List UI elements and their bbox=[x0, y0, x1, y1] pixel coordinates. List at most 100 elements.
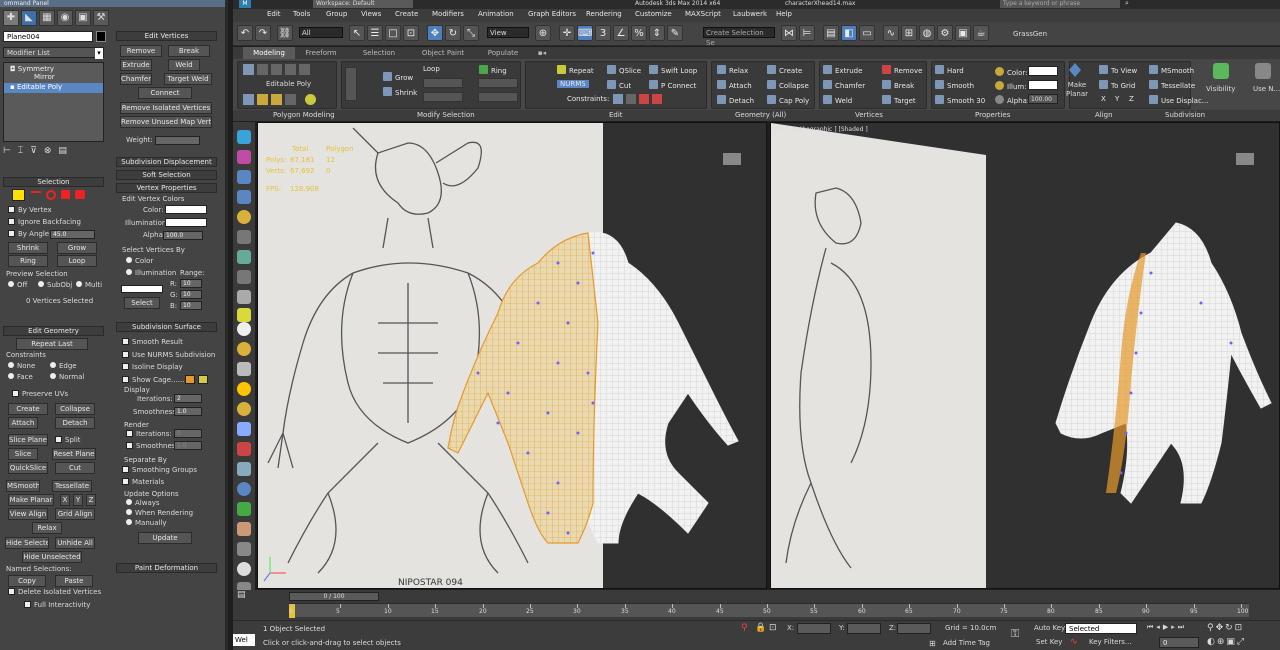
reset-plane-button[interactable]: Reset Plane bbox=[52, 448, 96, 460]
show-end-result-icon[interactable] bbox=[243, 94, 254, 105]
undo-icon[interactable]: ↶ bbox=[237, 25, 253, 41]
menu-customize[interactable]: Customize bbox=[635, 10, 672, 18]
collapse-button[interactable]: Collapse bbox=[55, 403, 95, 415]
menu-animation[interactable]: Animation bbox=[478, 10, 514, 18]
sun-icon[interactable] bbox=[237, 382, 251, 396]
loop-shift-spinner[interactable] bbox=[423, 78, 463, 88]
break-button[interactable]: Break bbox=[168, 45, 210, 57]
disc-icon[interactable] bbox=[237, 562, 251, 576]
grid-align-button[interactable]: Grid Align bbox=[55, 508, 95, 520]
create-button[interactable]: Create bbox=[767, 65, 802, 75]
align-z-button[interactable]: Z bbox=[1129, 95, 1134, 103]
loop-button[interactable]: Loop bbox=[57, 255, 97, 267]
link-icon[interactable]: ⛓ bbox=[277, 25, 293, 41]
constraint-edge-icon[interactable] bbox=[626, 94, 636, 104]
weight-spinner[interactable] bbox=[155, 136, 200, 145]
to-view-button[interactable]: To View bbox=[1099, 65, 1137, 75]
viewport-2-label[interactable]: [ + ] [Orthographic ] [Shaded ] bbox=[775, 126, 868, 133]
p-connect-button[interactable]: P Connect bbox=[649, 80, 696, 90]
hide-unselected-button[interactable]: Hide Unselected bbox=[22, 551, 82, 563]
remove-unused-map-verts-button[interactable]: Remove Unused Map Verts bbox=[120, 116, 212, 128]
soft-selection-rollout-header[interactable]: Soft Selection bbox=[116, 170, 217, 180]
lock-icon[interactable]: 🔒 bbox=[755, 623, 766, 633]
search-input[interactable]: Type a keyword or phrase bbox=[1000, 0, 1120, 8]
stack-item-symmetry[interactable]: ◘ Symmetry bbox=[4, 63, 103, 73]
hard-button[interactable]: Hard bbox=[935, 65, 964, 75]
ribbon-toggle-icon[interactable]: ▭ bbox=[859, 25, 875, 41]
tab-selection[interactable]: Selection bbox=[355, 47, 403, 59]
msmooth-button[interactable]: MSmooth bbox=[6, 480, 40, 492]
tab-freeform[interactable]: Freeform bbox=[297, 47, 345, 59]
select-scale-icon[interactable]: ⤡ bbox=[463, 25, 479, 41]
align-x-button[interactable]: X bbox=[1101, 95, 1106, 103]
connect-button[interactable]: Connect bbox=[138, 87, 192, 99]
paint-deformation-rollout-header[interactable]: Paint Deformation bbox=[116, 563, 217, 573]
percent-snap-icon[interactable]: % bbox=[631, 25, 647, 41]
group-title-modify-selection[interactable]: Modify Selection bbox=[417, 111, 475, 119]
script-icon[interactable] bbox=[237, 542, 251, 556]
target-weld-button[interactable]: Target Weld bbox=[164, 73, 212, 85]
playback-controls[interactable]: ⏮◂▶▸⏭ bbox=[1147, 623, 1187, 632]
ring-button[interactable]: Ring bbox=[479, 65, 507, 75]
utilities-tab-icon[interactable]: ⚒ bbox=[93, 10, 109, 26]
subdivision-surface-rollout-header[interactable]: Subdivision Surface bbox=[116, 322, 217, 332]
plane-icon[interactable] bbox=[237, 308, 251, 322]
app-logo-icon[interactable]: M bbox=[239, 0, 251, 8]
shape-icon[interactable] bbox=[237, 290, 251, 304]
group-title-edit[interactable]: Edit bbox=[609, 111, 623, 119]
preview-multi-radio[interactable]: Multi bbox=[76, 281, 102, 289]
biped-icon[interactable] bbox=[237, 462, 251, 476]
repeat-last-button[interactable]: Repeat Last bbox=[16, 338, 88, 350]
range-b-spinner[interactable]: 10 bbox=[180, 301, 202, 310]
constraint-none-radio[interactable]: None bbox=[8, 362, 35, 370]
relax-button[interactable]: Relax bbox=[32, 522, 62, 534]
key-filters-button[interactable]: Key Filters... bbox=[1089, 638, 1132, 646]
select-rotate-icon[interactable]: ↻ bbox=[445, 25, 461, 41]
group-title-subdivision[interactable]: Subdivision bbox=[1165, 111, 1205, 119]
auto-key-button[interactable]: Auto Key bbox=[1034, 624, 1065, 632]
menu-modifiers[interactable]: Modifiers bbox=[432, 10, 464, 18]
curve-editor-icon[interactable]: ∿ bbox=[883, 25, 899, 41]
constraint-normal-icon[interactable] bbox=[652, 94, 662, 104]
remove-isolated-button[interactable]: Remove Isolated Vertices bbox=[120, 102, 212, 114]
select-by-name-icon[interactable]: ☰ bbox=[367, 25, 383, 41]
edit-vertices-rollout-header[interactable]: Edit Vertices bbox=[116, 31, 217, 41]
ring-button[interactable]: Ring bbox=[8, 255, 48, 267]
time-slider[interactable]: 0 / 100 bbox=[289, 592, 379, 601]
smooth-30-button[interactable]: Smooth 30 bbox=[935, 95, 985, 105]
prop-illum-swatch[interactable] bbox=[1028, 80, 1058, 90]
edge-subobj-icon[interactable] bbox=[257, 64, 268, 75]
update-always-radio[interactable]: Always bbox=[126, 499, 160, 507]
light-icon[interactable] bbox=[237, 210, 251, 224]
edit-geometry-rollout-header[interactable]: Edit Geometry bbox=[3, 326, 104, 336]
z-coord-field[interactable] bbox=[897, 623, 931, 634]
edge-mode-icon[interactable] bbox=[31, 191, 41, 199]
detach-button[interactable]: Detach bbox=[55, 417, 95, 429]
qslice-button[interactable]: QSlice bbox=[607, 65, 641, 75]
polygon-subobj-icon[interactable] bbox=[285, 64, 296, 75]
timeline-toggle-icon[interactable]: ▤ bbox=[237, 590, 251, 602]
omni-icon[interactable] bbox=[237, 402, 251, 416]
window-crossing-icon[interactable]: ⊡ bbox=[403, 25, 419, 41]
select-color-swatch[interactable] bbox=[121, 285, 163, 293]
tessellate-button[interactable]: Tessellate bbox=[1149, 80, 1195, 90]
align-y-button[interactable]: Y bbox=[1115, 95, 1119, 103]
preserve-uvs-checkbox[interactable]: Preserve UVs bbox=[12, 390, 68, 398]
motion-tab-icon[interactable]: ◉ bbox=[57, 10, 73, 26]
menu-views[interactable]: Views bbox=[361, 10, 381, 18]
schematic-view-icon[interactable]: ⊞ bbox=[901, 25, 917, 41]
track-bar[interactable]: 0 5 10 15 20 25 30 35 40 45 50 55 60 65 70 75 80 85 90 95 10… bbox=[289, 603, 1249, 618]
smooth-button[interactable]: Smooth bbox=[935, 80, 974, 90]
split-checkbox[interactable]: Split bbox=[55, 436, 81, 444]
cut-button[interactable]: Cut bbox=[55, 462, 95, 474]
current-frame-field[interactable]: 0 bbox=[1159, 637, 1199, 648]
layer-explorer-icon[interactable]: ◧ bbox=[841, 25, 857, 41]
cage-color-swatch[interactable] bbox=[185, 375, 195, 384]
collapse-stack-icon[interactable] bbox=[271, 94, 282, 105]
workspace-dropdown[interactable]: Workspace: Default bbox=[313, 0, 413, 8]
loop-mode-spinner[interactable] bbox=[423, 92, 463, 102]
nurms-button[interactable]: NURMS bbox=[557, 80, 589, 88]
x-coord-field[interactable] bbox=[797, 623, 831, 634]
smooth-result-checkbox[interactable]: Smooth Result bbox=[122, 338, 183, 346]
rendered-frame-icon[interactable]: ▣ bbox=[955, 25, 971, 41]
